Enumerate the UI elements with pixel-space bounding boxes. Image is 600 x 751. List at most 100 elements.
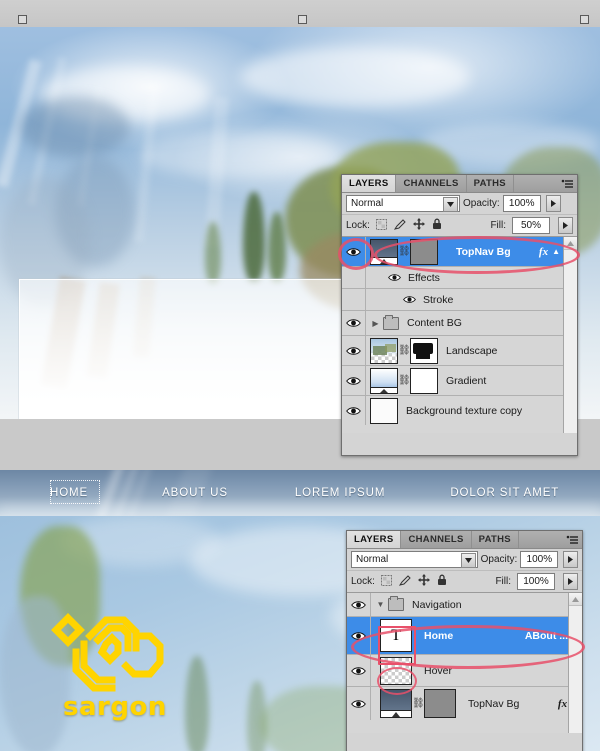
tab-filler [518, 531, 562, 548]
chevron-right-icon[interactable]: ▶ [370, 319, 381, 328]
layer-row-stroke[interactable]: Stroke [342, 289, 577, 311]
layer-mask-link-icon[interactable]: ⛓ [412, 698, 425, 709]
layer-thumbnail-gradient[interactable] [370, 367, 398, 394]
layer-row-hover[interactable]: Hover [347, 655, 582, 687]
tab-paths-bottom[interactable]: PATHS [471, 531, 519, 548]
layer-mask-thumbnail-topnav-bg-bottom[interactable] [424, 689, 456, 718]
lock-position-icon[interactable] [417, 574, 430, 589]
layer-thumbnail-home-text[interactable]: T [380, 619, 412, 652]
visibility-toggle-home-text[interactable] [347, 617, 371, 654]
layer-mask-link-icon[interactable]: ⛓ [398, 375, 411, 386]
visibility-toggle-effects[interactable] [388, 273, 401, 282]
blend-mode-value-bottom: Normal [356, 554, 389, 565]
layer-list-scrollbar-top[interactable] [563, 237, 577, 433]
blend-mode-value-top: Normal [351, 198, 384, 209]
tab-filler [513, 175, 557, 192]
layer-mask-thumbnail-gradient[interactable] [410, 367, 438, 394]
layer-mask-link-icon[interactable]: ⛓ [398, 345, 411, 356]
layer-row-background-texture-copy[interactable]: Background texture copy [342, 396, 577, 425]
layer-row-home-text[interactable]: T Home ABout ... [347, 617, 582, 655]
blend-mode-row-top: Normal Opacity: 100% [342, 193, 577, 215]
fill-slider-arrow-bottom[interactable] [563, 573, 578, 590]
visibility-toggle-stroke[interactable] [403, 295, 416, 304]
scroll-up-arrow[interactable] [569, 593, 582, 606]
lock-transparency-icon[interactable] [380, 574, 392, 589]
layer-list-bottom[interactable]: ▼ Navigation T Home ABout ... Hover ⛓ To… [347, 593, 582, 733]
layer-list-top[interactable]: ⛓ TopNav Bg fx ▲ Effects Stroke ▶ Conten… [342, 237, 577, 433]
layer-effects-fx-icon[interactable]: fx [539, 246, 552, 258]
fill-label-top: Fill: [490, 220, 506, 231]
layer-row-topnav-bg-bottom[interactable]: ⛓ TopNav Bg fx ▼ [347, 687, 582, 720]
layer-row-landscape[interactable]: ⛓ Landscape [342, 336, 577, 366]
lock-transparency-icon[interactable] [375, 218, 387, 233]
blend-mode-select-bottom[interactable]: Normal [351, 551, 478, 568]
lock-all-icon[interactable] [437, 574, 447, 589]
panel-tab-row-bottom: LAYERS CHANNELS PATHS [347, 531, 582, 549]
visibility-toggle-hover[interactable] [347, 655, 371, 686]
visibility-toggle-content-bg[interactable] [342, 311, 366, 335]
lock-label-bottom: Lock: [351, 576, 375, 587]
visibility-toggle-background-texture-copy[interactable] [342, 396, 366, 425]
nav-item-about-us[interactable]: ABOUT US [162, 487, 228, 499]
opacity-value-top[interactable]: 100% [502, 195, 541, 212]
layer-thumbnail-hover[interactable] [380, 656, 412, 685]
selection-handle-left[interactable] [18, 15, 27, 24]
lock-position-icon[interactable] [412, 218, 425, 233]
panel-menu-icon[interactable] [562, 531, 582, 548]
layer-mask-thumbnail-landscape[interactable] [410, 337, 438, 364]
layer-list-scrollbar-bottom[interactable] [568, 593, 582, 733]
lock-image-icon[interactable] [393, 218, 406, 233]
visibility-toggle-topnav-bg-bottom[interactable] [347, 687, 371, 720]
layers-panel-top[interactable]: LAYERS CHANNELS PATHS Normal Opacity: 10… [338, 174, 580, 456]
opacity-label-bottom: Opacity: [480, 554, 518, 565]
selection-handle-center[interactable] [298, 15, 307, 24]
opacity-slider-arrow-top[interactable] [545, 195, 561, 212]
panel-tab-row-top: LAYERS CHANNELS PATHS [342, 175, 577, 193]
scroll-up-arrow[interactable] [564, 237, 577, 250]
layers-panel-bottom[interactable]: LAYERS CHANNELS PATHS Normal Opacity: 10… [346, 530, 585, 751]
chevron-down-icon[interactable] [443, 197, 458, 212]
visibility-toggle-landscape[interactable] [342, 336, 366, 365]
panel-menu-icon[interactable] [557, 175, 577, 192]
opacity-slider-arrow-bottom[interactable] [563, 551, 578, 568]
layer-thumbnail-topnav-bg[interactable] [370, 238, 398, 265]
layer-mask-link-icon[interactable]: ⛓ [398, 246, 411, 257]
layer-name-topnav-bg-bottom: TopNav Bg [468, 697, 520, 710]
layer-row-content-bg[interactable]: ▶ Content BG [342, 311, 577, 336]
layer-row-topnav-bg[interactable]: ⛓ TopNav Bg fx ▲ [342, 237, 577, 267]
visibility-toggle-topnav-bg[interactable] [342, 237, 366, 266]
nav-item-lorem-ipsum[interactable]: LOREM IPSUM [295, 487, 385, 499]
tab-paths-top[interactable]: PATHS [466, 175, 514, 192]
fill-slider-arrow-top[interactable] [558, 217, 573, 234]
sargon-logo-mark [51, 613, 164, 692]
tab-channels-bottom[interactable]: CHANNELS [401, 531, 472, 548]
layer-row-gradient[interactable]: ⛓ Gradient [342, 366, 577, 396]
blend-mode-select-top[interactable]: Normal [346, 195, 460, 212]
visibility-toggle-navigation[interactable] [347, 593, 371, 616]
layer-name-stroke: Stroke [423, 293, 454, 306]
layer-name-effects: Effects [408, 271, 440, 284]
layer-row-navigation[interactable]: ▼ Navigation [347, 593, 582, 617]
layer-row-effects[interactable]: Effects [342, 267, 577, 289]
layer-name-home-secondary: ABout ... [524, 629, 568, 642]
lock-image-icon[interactable] [398, 574, 411, 589]
opacity-value-bottom[interactable]: 100% [520, 551, 559, 568]
visibility-toggle-gradient[interactable] [342, 366, 366, 395]
selection-handle-right[interactable] [580, 15, 589, 24]
chevron-down-icon[interactable] [460, 553, 476, 568]
layer-mask-thumbnail-topnav-bg[interactable] [410, 238, 438, 265]
layer-thumbnail-background-texture-copy[interactable] [370, 397, 398, 424]
fill-value-bottom[interactable]: 100% [517, 573, 555, 590]
layer-expand-arrow[interactable]: ▲ [552, 247, 563, 256]
layer-thumbnail-topnav-bg-bottom[interactable] [380, 689, 412, 718]
layer-thumbnail-landscape[interactable] [370, 337, 398, 364]
fill-value-top[interactable]: 50% [512, 217, 550, 234]
tab-channels-top[interactable]: CHANNELS [396, 175, 467, 192]
lock-all-icon[interactable] [432, 218, 442, 233]
photoshop-canvas-stage: HOME ABOUT US LOREM IPSUM DOLOR SIT AMET… [0, 0, 600, 751]
chevron-down-icon[interactable]: ▼ [375, 600, 386, 609]
fill-label-bottom: Fill: [495, 576, 511, 587]
tab-layers-top[interactable]: LAYERS [342, 175, 397, 192]
tab-layers-bottom[interactable]: LAYERS [347, 531, 402, 548]
nav-item-dolor-sit-amet[interactable]: DOLOR SIT AMET [450, 487, 559, 499]
